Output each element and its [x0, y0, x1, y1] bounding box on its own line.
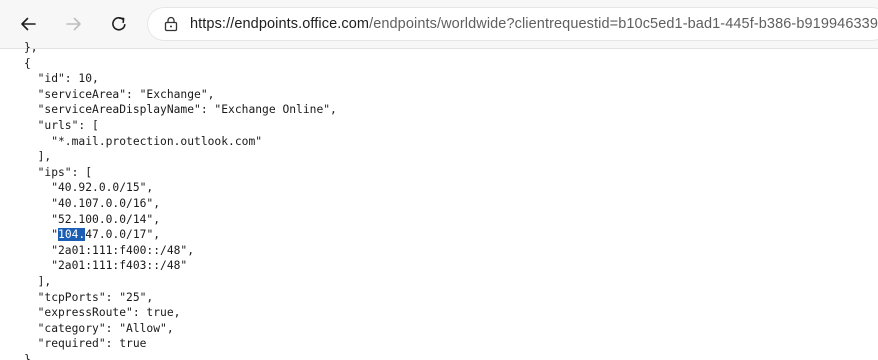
url-host: endpoints.office.com — [234, 16, 370, 32]
url-text[interactable]: https://endpoints.office.com/endpoints/w… — [190, 16, 878, 32]
json-line: "40.107.0.0/16", — [24, 196, 161, 210]
refresh-icon — [112, 16, 126, 31]
url-scheme: https:// — [190, 16, 235, 32]
json-line: ], — [24, 150, 52, 164]
json-line: }, — [24, 352, 38, 360]
json-text: }, { "id": 10, "serviceArea": "Exchange",… — [24, 40, 874, 360]
json-line: "*.mail.protection.outlook.com" — [24, 134, 263, 148]
json-line: "urls": [ — [24, 118, 99, 132]
json-line: "2a01:111:f403::/48" — [24, 259, 188, 273]
json-line: "required": true — [24, 337, 147, 351]
json-line: "id": 10, — [24, 72, 99, 86]
selection-suffix: 47.0.0/17", — [85, 228, 161, 242]
text-selection[interactable]: 104. — [58, 228, 86, 242]
json-line-with-selection: "104.47.0.0/17", — [24, 227, 874, 243]
json-line: "category": "Allow", — [24, 321, 174, 335]
json-line: "40.92.0.0/15", — [24, 181, 154, 195]
refresh-button[interactable] — [103, 8, 135, 40]
json-line: "expressRoute": true, — [24, 306, 181, 320]
forward-button[interactable] — [58, 8, 90, 40]
json-line: "serviceAreaDisplayName": "Exchange Onli… — [24, 103, 337, 117]
json-line: "tcpPorts": "25", — [24, 290, 154, 304]
address-bar[interactable]: https://endpoints.office.com/endpoints/w… — [148, 8, 878, 40]
arrow-left-icon — [21, 17, 36, 31]
arrow-right-icon — [66, 17, 81, 31]
url-path: /endpoints/worldwide?clientrequestid=b10… — [369, 16, 878, 32]
json-line: "serviceArea": "Exchange", — [24, 87, 215, 101]
lock-icon[interactable] — [164, 16, 178, 32]
json-line: }, — [24, 41, 38, 54]
json-line: ], — [24, 274, 52, 288]
json-line: "52.100.0.0/14", — [24, 212, 161, 226]
back-button[interactable] — [12, 8, 44, 40]
selection-prefix: " — [24, 228, 59, 242]
json-line: { — [24, 56, 31, 70]
json-line: "2a01:111:f400::/48", — [24, 243, 195, 257]
json-line: "ips": [ — [24, 165, 93, 179]
json-viewer[interactable]: }, { "id": 10, "serviceArea": "Exchange",… — [24, 40, 874, 360]
